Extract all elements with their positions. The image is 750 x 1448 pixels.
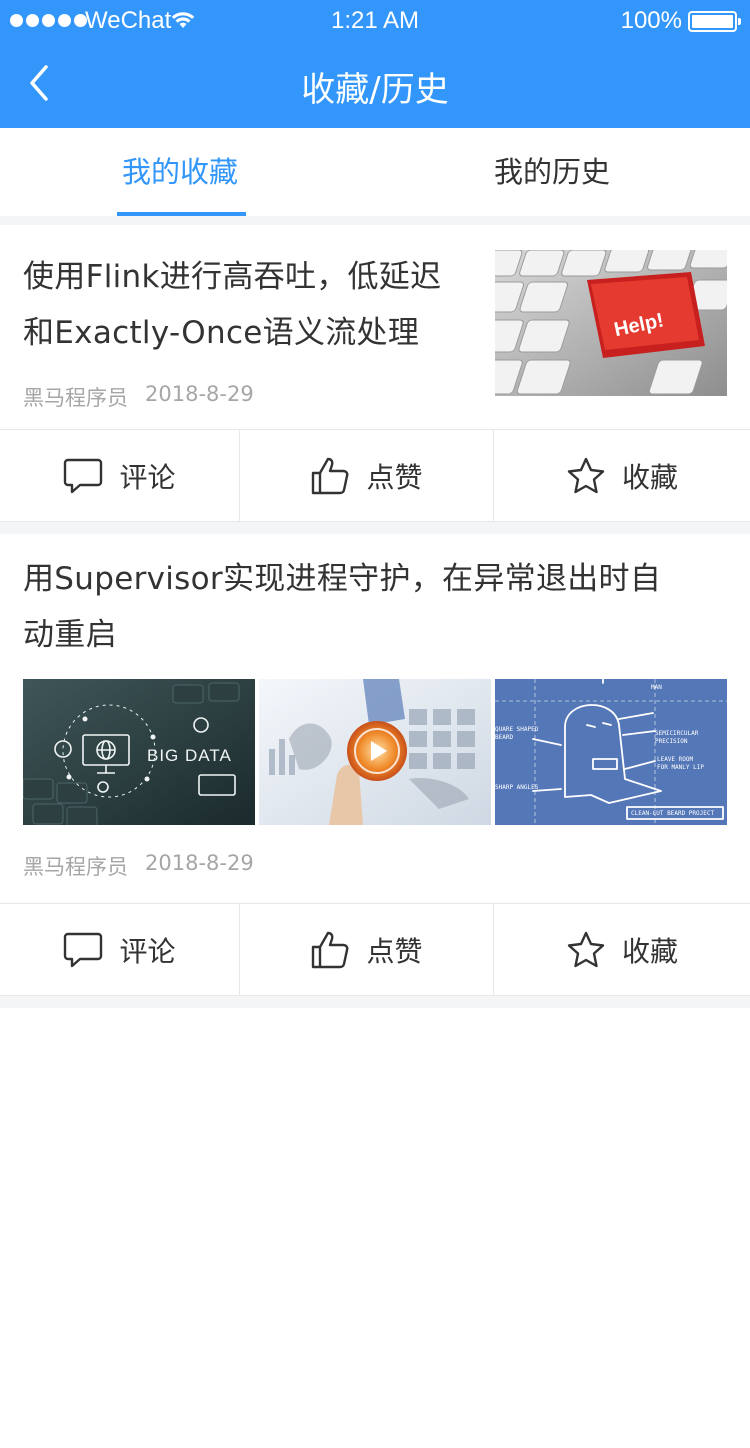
like-button[interactable]: 点赞 — [240, 904, 494, 996]
battery-icon — [688, 11, 741, 32]
svg-text:PRECISION: PRECISION — [655, 738, 688, 745]
article-meta: 黑马程序员 2018-8-29 — [23, 382, 254, 412]
article-date: 2018-8-29 — [145, 851, 254, 875]
comment-label: 评论 — [119, 461, 176, 494]
keyboard-help-key-photo[interactable]: Help! — [495, 250, 727, 396]
svg-text:BEARD: BEARD — [495, 734, 513, 741]
star-icon — [567, 457, 605, 494]
comment-label: 评论 — [119, 935, 176, 968]
article-action-bar: 评论 点赞 收藏 — [0, 903, 750, 996]
section-divider — [0, 522, 750, 534]
tab-my-favorites[interactable]: 我的收藏 — [55, 128, 305, 216]
article-card[interactable]: 使用Flink进行高吞吐，低延迟 和Exactly-Once语义流处理 黑马程序… — [0, 225, 750, 429]
favorite-button[interactable]: 收藏 — [494, 430, 750, 522]
favorite-button[interactable]: 收藏 — [494, 904, 750, 996]
like-button[interactable]: 点赞 — [240, 430, 494, 522]
article-author: 黑马程序员 — [23, 386, 128, 410]
tab-bar: 我的收藏 我的历史 — [0, 128, 750, 216]
favorite-label: 收藏 — [621, 461, 678, 494]
comment-button[interactable]: 评论 — [0, 904, 240, 996]
article-date: 2018-8-29 — [145, 382, 254, 406]
svg-text:SHARP ANGLES: SHARP ANGLES — [495, 784, 539, 791]
article-title[interactable]: 使用Flink进行高吞吐，低延迟 和Exactly-Once语义流处理 — [23, 249, 441, 361]
digital-touch-play-photo[interactable] — [259, 679, 491, 825]
article-meta: 黑马程序员 2018-8-29 — [23, 851, 254, 881]
app-header: WeChat 1:21 AM 100% 收藏/历史 — [0, 0, 750, 128]
comment-icon — [64, 458, 103, 494]
svg-text:MAN: MAN — [651, 684, 662, 691]
thumbs-up-icon — [312, 457, 349, 495]
status-bar: WeChat 1:21 AM 100% — [0, 0, 750, 42]
like-label: 点赞 — [366, 935, 423, 968]
comment-button[interactable]: 评论 — [0, 430, 240, 522]
battery-percentage: 100% — [620, 7, 682, 34]
tab-my-history[interactable]: 我的历史 — [427, 128, 677, 216]
svg-text:FOR MANLY LIP: FOR MANLY LIP — [657, 764, 704, 771]
article-author: 黑马程序员 — [23, 855, 128, 879]
section-divider — [0, 216, 750, 225]
svg-text:QUARE SHAPED: QUARE SHAPED — [495, 726, 539, 733]
thumbs-up-icon — [312, 931, 349, 969]
article-card[interactable]: 用Supervisor实现进程守护，在异常退出时自 动重启 BIG DATA M… — [0, 534, 750, 903]
page-title: 收藏/历史 — [301, 70, 449, 110]
big-data-keyboard-photo[interactable]: BIG DATA — [23, 679, 255, 825]
article-action-bar: 评论 点赞 收藏 — [0, 429, 750, 522]
article-title[interactable]: 用Supervisor实现进程守护，在异常退出时自 动重启 — [23, 551, 661, 663]
star-icon — [567, 931, 605, 968]
big-data-text: BIG DATA — [147, 746, 232, 765]
like-label: 点赞 — [366, 461, 423, 494]
svg-text:SEMICIRCULAR: SEMICIRCULAR — [655, 730, 699, 737]
favorite-label: 收藏 — [621, 935, 678, 968]
svg-text:CLEAN-CUT BEARD PROJECT: CLEAN-CUT BEARD PROJECT — [631, 810, 714, 817]
section-divider — [0, 996, 750, 1008]
svg-text:LEAVE ROOM: LEAVE ROOM — [657, 756, 694, 763]
comment-icon — [64, 932, 103, 968]
blueprint-ghost-sketch[interactable]: MAN QUARE SHAPEDBEARD SEMICIRCULARPRECIS… — [495, 679, 727, 825]
